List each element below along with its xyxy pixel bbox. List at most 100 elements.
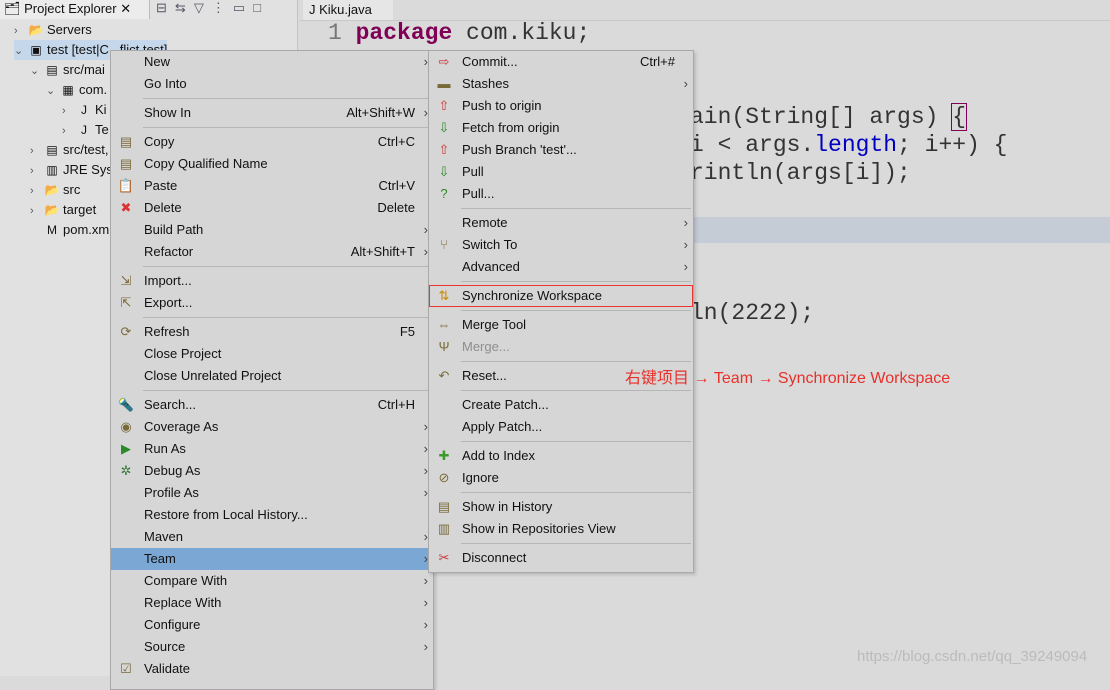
menu-item-validate[interactable]: ☑ Validate xyxy=(111,658,433,680)
menu-item-pull[interactable]: ? Pull... xyxy=(429,183,693,205)
chevron-right-icon[interactable]: › xyxy=(30,201,44,221)
tree-item[interactable]: › 📂 src xyxy=(30,180,80,200)
tree-item-label: pom.xm xyxy=(63,222,110,237)
menu-item-label: Restore from Local History... xyxy=(144,507,308,522)
push-icon: ⇧ xyxy=(438,98,450,113)
menu-item-copy-qualified-name[interactable]: ▤ Copy Qualified Name xyxy=(111,153,433,175)
menu-item-new[interactable]: New › xyxy=(111,51,433,73)
tree-item[interactable]: ⌄ ▦ com. xyxy=(46,80,107,100)
menu-item-restore-from-local-history[interactable]: Restore from Local History... xyxy=(111,504,433,526)
menu-item-configure[interactable]: Configure › xyxy=(111,614,433,636)
chevron-down-icon[interactable]: ⌄ xyxy=(14,41,28,61)
chevron-right-icon[interactable]: › xyxy=(30,161,44,181)
menu-item-profile-as[interactable]: Profile As › xyxy=(111,482,433,504)
tree-item[interactable]: › J Te xyxy=(62,120,109,140)
chevron-down-icon[interactable]: ⌄ xyxy=(46,81,60,101)
menu-item-ignore[interactable]: ⊘ Ignore xyxy=(429,467,693,489)
chevron-right-icon[interactable]: › xyxy=(62,101,76,121)
menu-item-export[interactable]: ⇱ Export... xyxy=(111,292,433,314)
commit-icon: ⇨ xyxy=(438,54,450,69)
menu-item-maven[interactable]: Maven › xyxy=(111,526,433,548)
menu-item-add-to-index[interactable]: ✚ Add to Index xyxy=(429,445,693,467)
chevron-right-icon[interactable]: › xyxy=(14,21,28,41)
menu-item-copy[interactable]: ▤ Copy Ctrl+C xyxy=(111,131,433,153)
tree-item-label: Ki xyxy=(95,102,107,117)
menu-item-refresh[interactable]: ⟳ Refresh F5 xyxy=(111,321,433,343)
menu-item-push-to-origin[interactable]: ⇧ Push to origin xyxy=(429,95,693,117)
menu-item-import[interactable]: ⇲ Import... xyxy=(111,270,433,292)
shortcut-label: Alt+Shift+W xyxy=(346,105,415,120)
menu-separator xyxy=(429,489,693,496)
chevron-down-icon[interactable]: ⌄ xyxy=(30,61,44,81)
menu-item-close-project[interactable]: Close Project xyxy=(111,343,433,365)
menu-item-team[interactable]: Team › xyxy=(111,548,433,570)
maximize-icon[interactable]: □ xyxy=(253,0,269,15)
chevron-right-icon: › xyxy=(423,573,428,588)
minimize-icon[interactable]: ▭ xyxy=(233,0,253,15)
tree-item[interactable]: › 📂 target xyxy=(30,200,96,220)
menu-item-label: Merge Tool xyxy=(462,317,527,332)
import-icon: ⇲ xyxy=(120,273,132,288)
filter-icon[interactable]: ▽ xyxy=(194,0,212,15)
menu-item-create-patch[interactable]: Create Patch... xyxy=(429,394,693,416)
menu-item-switch-to[interactable]: ⑂ Switch To › xyxy=(429,234,693,256)
java-file-icon: J xyxy=(81,123,87,137)
folder-icon: 📂 xyxy=(28,23,44,37)
menu-item-label: Stashes xyxy=(462,76,509,91)
menu-item-push-branch-test[interactable]: ⇧ Push Branch 'test'... xyxy=(429,139,693,161)
menu-item-label: Debug As xyxy=(144,463,201,478)
chevron-right-icon[interactable]: › xyxy=(30,181,44,201)
shortcut-label: F5 xyxy=(399,324,415,339)
java-file-icon: J xyxy=(81,103,87,117)
menu-item-compare-with[interactable]: Compare With › xyxy=(111,570,433,592)
chevron-right-icon[interactable]: › xyxy=(30,141,44,161)
tree-item[interactable]: › ▤ src/test, xyxy=(30,140,109,160)
view-menu-icon[interactable]: ⋮ xyxy=(212,0,233,15)
editor-tab-kiku-java[interactable]: J Kiku.java xyxy=(303,0,393,20)
menu-item-merge-tool[interactable]: ⇔ Merge Tool xyxy=(429,314,693,336)
menu-item-show-in-history[interactable]: ▤ Show in History xyxy=(429,496,693,518)
tree-item-label: src/mai xyxy=(63,62,105,77)
project-explorer-tab[interactable]: 🗂 Project Explorer ✕ xyxy=(0,0,150,19)
close-icon[interactable]: ✕ xyxy=(120,1,131,16)
menu-item-show-in-repositories-view[interactable]: ▥ Show in Repositories View xyxy=(429,518,693,540)
chevron-right-icon[interactable]: › xyxy=(62,121,76,141)
link-editor-icon[interactable]: ⇆ xyxy=(175,0,194,15)
collapse-all-icon[interactable]: ⊟ xyxy=(156,0,175,15)
menu-item-close-unrelated-project[interactable]: Close Unrelated Project xyxy=(111,365,433,387)
menu-item-build-path[interactable]: Build Path › xyxy=(111,219,433,241)
menu-item-fetch-from-origin[interactable]: ⇩ Fetch from origin xyxy=(429,117,693,139)
menu-item-label: Compare With xyxy=(144,573,228,588)
menu-item-refactor[interactable]: Refactor Alt+Shift+T › xyxy=(111,241,433,263)
menu-item-apply-patch[interactable]: Apply Patch... xyxy=(429,416,693,438)
menu-item-label: Run As xyxy=(144,441,186,456)
menu-item-advanced[interactable]: Advanced › xyxy=(429,256,693,278)
menu-item-delete[interactable]: ✖ Delete Delete xyxy=(111,197,433,219)
menu-item-replace-with[interactable]: Replace With › xyxy=(111,592,433,614)
tree-item[interactable]: › 📂 Servers xyxy=(14,20,92,40)
tree-item[interactable]: › J Ki xyxy=(62,100,107,120)
code-text: i < args. xyxy=(690,132,815,158)
tree-item[interactable]: Mpom.xm xyxy=(30,220,109,240)
menu-item-disconnect[interactable]: ✂ Disconnect xyxy=(429,547,693,569)
folder-icon: 📂 xyxy=(44,183,60,197)
shortcut-label: Ctrl+# xyxy=(639,54,675,69)
menu-item-coverage-as[interactable]: ◉ Coverage As › xyxy=(111,416,433,438)
menu-item-run-as[interactable]: ▶ Run As › xyxy=(111,438,433,460)
menu-item-synchronize-workspace[interactable]: ⇅ Synchronize Workspace xyxy=(429,285,693,307)
menu-item-show-in[interactable]: Show In Alt+Shift+W › xyxy=(111,102,433,124)
switch-branch-icon: ⑂ xyxy=(440,237,448,252)
menu-item-pull[interactable]: ⇩ Pull xyxy=(429,161,693,183)
tree-item[interactable]: ⌄ ▤ src/mai xyxy=(30,60,105,80)
menu-item-remote[interactable]: Remote › xyxy=(429,212,693,234)
menu-item-commit[interactable]: ⇨ Commit... Ctrl+# xyxy=(429,51,693,73)
menu-separator xyxy=(429,540,693,547)
menu-item-stashes[interactable]: ▬ Stashes › xyxy=(429,73,693,95)
menu-item-source[interactable]: Source › xyxy=(111,636,433,658)
menu-item-go-into[interactable]: Go Into xyxy=(111,73,433,95)
menu-item-paste[interactable]: 📋 Paste Ctrl+V xyxy=(111,175,433,197)
menu-item-debug-as[interactable]: ✲ Debug As › xyxy=(111,460,433,482)
menu-item-search[interactable]: 🔦 Search... Ctrl+H xyxy=(111,394,433,416)
tree-item[interactable]: › ▥ JRE Syst xyxy=(30,160,116,180)
menu-item-merge[interactable]: Ψ Merge... xyxy=(429,336,693,358)
